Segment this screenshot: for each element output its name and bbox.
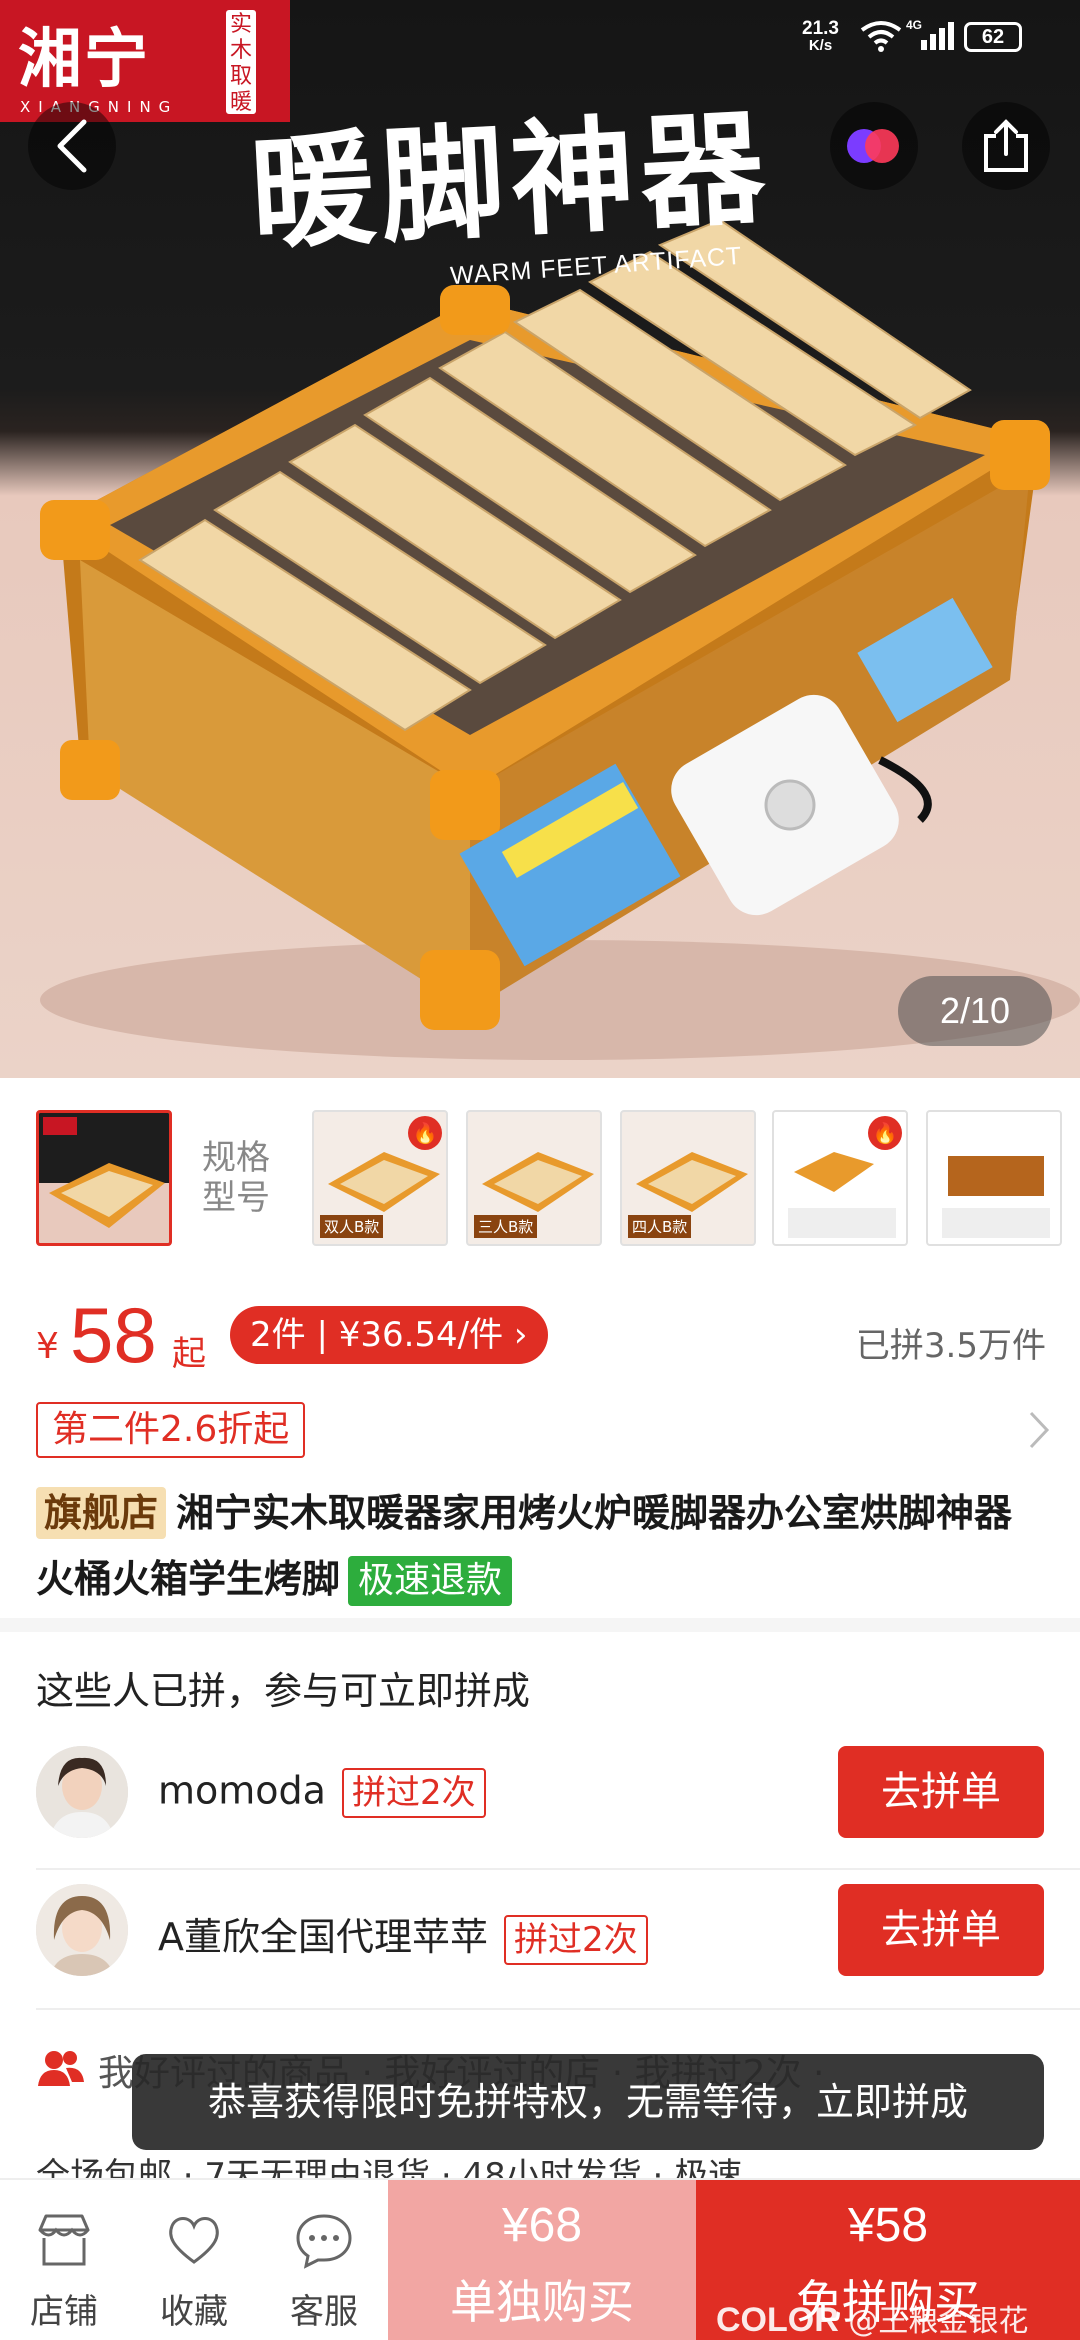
- thumb-image: [942, 1156, 1050, 1238]
- pinduoduo-circle-button[interactable]: [830, 102, 918, 190]
- group-buy-heading: 这些人已拼，参与可立即拼成: [36, 1669, 531, 1713]
- overlap-circles-icon: [847, 129, 899, 163]
- thumbnail-caption: 双人B款: [320, 1215, 384, 1238]
- image-counter: 2/10: [898, 976, 1052, 1046]
- heart-icon: [169, 2217, 219, 2264]
- thumb-image: [39, 1113, 169, 1243]
- price-amount: 58: [70, 1291, 157, 1379]
- group-buy-row: A董欣全国代理苹苹 拼过2次 去拼单: [36, 1880, 1044, 1980]
- chat-icon: [296, 2214, 352, 2269]
- product-title-text: 湘宁实木取暖器家用烤火炉暖脚器办公室烘脚神器火桶火箱学生烤脚: [36, 1491, 1013, 1601]
- group-user-name: momoda 拼过2次: [158, 1768, 486, 1818]
- status-bar: 21.3 K/s 4G 62: [780, 0, 1080, 60]
- fast-refund-tag: 极速退款: [348, 1556, 513, 1606]
- coupon-badge[interactable]: 第二件2.6折起: [36, 1402, 306, 1458]
- product-title: 旗舰店 湘宁实木取暖器家用烤火炉暖脚器办公室烘脚神器火桶火箱学生烤脚 极速退款: [36, 1480, 1046, 1612]
- flagship-tag: 旗舰店: [36, 1487, 167, 1539]
- currency-symbol: ¥: [36, 1326, 59, 1367]
- tab-label: 客服: [290, 2292, 358, 2332]
- tab-customer-service[interactable]: 客服: [260, 2180, 388, 2340]
- price-suffix: 起: [172, 1334, 206, 1374]
- wifi-icon: [860, 21, 902, 52]
- section-divider: [0, 1618, 1080, 1632]
- thumbnail-option[interactable]: 四人B款: [620, 1110, 756, 1246]
- tab-store[interactable]: 店铺: [0, 2180, 128, 2340]
- thumbnail-caption: 三人B款: [474, 1215, 538, 1238]
- thumbnail-caption: 四人B款: [628, 1215, 692, 1238]
- solo-price: ¥68: [501, 2199, 583, 2252]
- group-user-name: A董欣全国代理苹苹 拼过2次: [158, 1906, 648, 1965]
- tab-label: 店铺: [30, 2292, 98, 2332]
- people-icon: [38, 2051, 84, 2086]
- join-group-button[interactable]: 去拼单: [838, 1884, 1044, 1976]
- price-row: ¥ 58 起 2件 | ¥36.54/件 › 已拼3.5万件: [36, 1290, 1046, 1380]
- thumbnail-main[interactable]: [36, 1110, 172, 1246]
- buy-alone-button[interactable]: ¥68 单独购买: [388, 2180, 696, 2340]
- group-price: ¥58: [847, 2199, 929, 2252]
- hot-icon: 🔥: [408, 1116, 442, 1150]
- group-buy-row: momoda 拼过2次 去拼单: [36, 1742, 1044, 1842]
- sold-count: 已拼3.5万件: [855, 1326, 1046, 1366]
- store-icon: [38, 2214, 90, 2266]
- solo-label: 单独购买: [450, 2275, 634, 2329]
- join-group-button[interactable]: 去拼单: [838, 1746, 1044, 1838]
- chevron-right-icon[interactable]: [1028, 1410, 1050, 1450]
- chevron-left-icon: [57, 119, 87, 173]
- brand-name-cn: 湘宁: [18, 22, 150, 97]
- row-separator: [36, 1868, 1080, 1870]
- share-icon: [984, 119, 1028, 172]
- group-times-badge: 拼过2次: [341, 1768, 486, 1818]
- battery-icon: 62: [964, 22, 1022, 52]
- thumbnail-option[interactable]: 三人B款: [466, 1110, 602, 1246]
- back-button[interactable]: [28, 102, 116, 190]
- avatar: [36, 1746, 128, 1838]
- network-speed: 21.3 K/s: [802, 18, 839, 54]
- thumbnail-option[interactable]: 🔥: [772, 1110, 908, 1246]
- spec-thumbnail-strip[interactable]: 规格型号 🔥 双人B款 三人B款 四人B款 🔥: [0, 1110, 1080, 1248]
- tab-favorite[interactable]: 收藏: [130, 2180, 258, 2340]
- photo-watermark: COLOR @王粮金银花: [716, 2301, 1029, 2339]
- spec-label: 规格型号: [202, 1138, 270, 1218]
- thumbnail-option[interactable]: 🔥 双人B款: [312, 1110, 448, 1246]
- product-image-carousel[interactable]: 湘宁 XIANGNING 实木取暖 暖脚神器 WARM FEET ARTIFAC…: [0, 0, 1080, 1078]
- thumbnail-option[interactable]: [926, 1110, 1062, 1246]
- hot-icon: 🔥: [868, 1116, 902, 1150]
- tab-label: 收藏: [160, 2292, 228, 2332]
- multi-buy-badge[interactable]: 2件 | ¥36.54/件 ›: [230, 1306, 548, 1364]
- toast-message: 恭喜获得限时免拼特权，无需等待，立即拼成: [132, 2054, 1044, 2150]
- row-separator: [36, 2008, 1080, 2010]
- signal-icon: [921, 22, 954, 50]
- hero-headline: 暖脚神器: [247, 95, 775, 268]
- share-button[interactable]: [962, 102, 1050, 190]
- group-times-badge: 拼过2次: [504, 1914, 648, 1965]
- avatar: [36, 1884, 128, 1976]
